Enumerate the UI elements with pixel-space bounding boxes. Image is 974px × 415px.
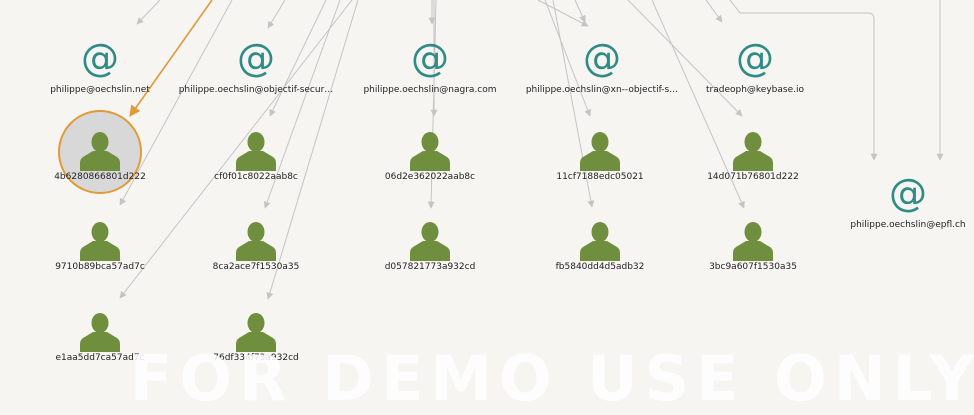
key-label: fb5840dd4d5adb32 xyxy=(555,262,645,272)
graph-canvas[interactable] xyxy=(0,0,974,403)
email-label: tradeoph@keybase.io xyxy=(706,85,804,95)
person-icon xyxy=(579,221,621,265)
key-label: 9710b89bca57ad7c xyxy=(55,262,145,272)
person-icon xyxy=(732,221,774,265)
at-sign-icon: @ xyxy=(583,36,621,80)
key-label: 11cf7188edc05021 xyxy=(556,172,644,182)
email-label: philippe.oechslin@nagra.com xyxy=(363,85,497,95)
at-sign-icon: @ xyxy=(889,171,927,215)
person-icon xyxy=(409,221,451,265)
person-icon xyxy=(409,131,451,175)
key-label: 14d071b76801d222 xyxy=(707,172,799,182)
email-label: philippe@oechslin.net xyxy=(50,85,150,95)
email-label: philippe.oechslin@epfl.ch xyxy=(850,220,966,230)
person-icon xyxy=(79,131,121,175)
person-icon xyxy=(732,131,774,175)
at-sign-icon: @ xyxy=(237,36,275,80)
key-label: 3bc9a607f1530a35 xyxy=(709,262,797,272)
at-sign-icon: @ xyxy=(736,36,774,80)
at-sign-icon: @ xyxy=(411,36,449,80)
email-label: philippe.oechslin@xn--objectif-s… xyxy=(525,85,679,95)
key-label: 8ca2ace7f1530a35 xyxy=(212,262,300,272)
person-icon xyxy=(79,221,121,265)
key-label: d057821773a932cd xyxy=(384,262,476,272)
email-label: philippe.oechslin@objectif-secur… xyxy=(178,85,334,95)
key-label: cf0f01c8022aab8c xyxy=(214,172,298,182)
person-icon xyxy=(235,312,277,356)
key-label: 76df334f73a932cd xyxy=(213,353,299,363)
person-icon xyxy=(235,131,277,175)
key-label: 4b6280866801d222 xyxy=(54,172,146,182)
key-label: e1aa5dd7ca57ad7c xyxy=(55,353,145,363)
person-icon xyxy=(79,312,121,356)
at-sign-icon: @ xyxy=(81,36,119,80)
person-icon xyxy=(235,221,277,265)
key-label: 06d2e362022aab8c xyxy=(384,172,476,182)
person-icon xyxy=(579,131,621,175)
